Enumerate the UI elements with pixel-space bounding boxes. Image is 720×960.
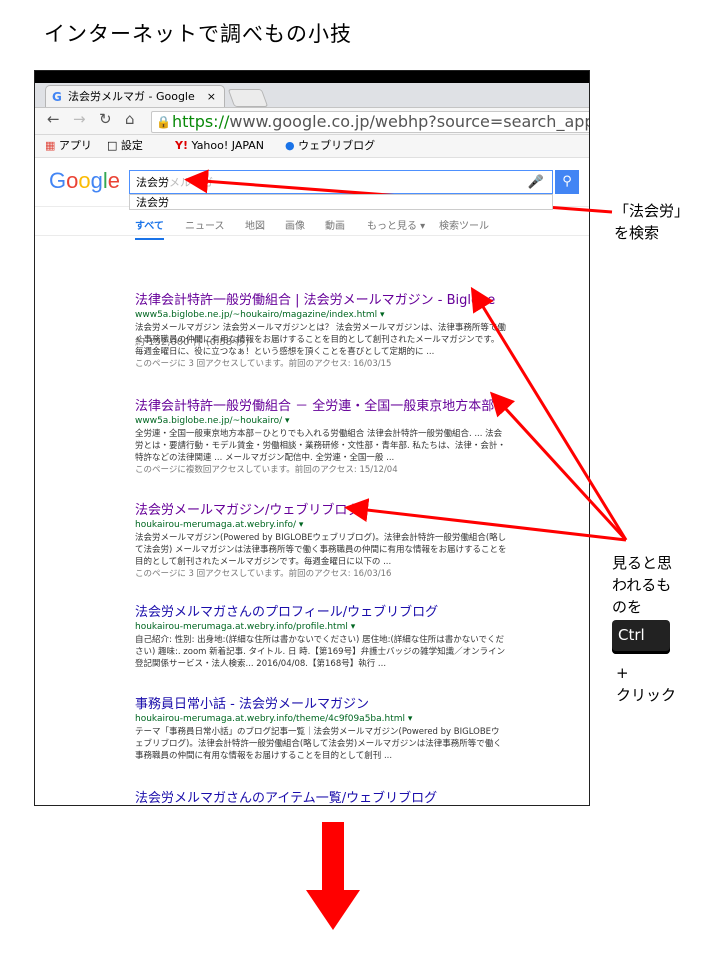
browser-window: G 法会労メルマガ - Google × ← → ↻ ⌂ 🔒 https://w… — [34, 70, 590, 806]
forward-arrow-icon[interactable]: → — [73, 110, 86, 128]
result-snippet: 法会労メールマガジン(Powered by BIGLOBEウェブリブログ)。法律… — [135, 533, 507, 567]
tab-all[interactable]: すべて — [135, 217, 164, 240]
tab-strip: G 法会労メルマガ - Google × — [35, 83, 589, 108]
tab-maps[interactable]: 地図 — [245, 217, 265, 232]
result-snippet: 法会労メールマガジン 法会労メールマガジンとは？ 法会労メールマガジンは、法律事… — [135, 323, 506, 357]
tab-images[interactable]: 画像 — [285, 217, 305, 232]
result-snippet: 全労連・全国一般東京地方本部－ひとりでも入れる労働組合 法律会計特許一般労働組合… — [135, 429, 506, 463]
result-url[interactable]: www5a.biglobe.ne.jp/~houkairo/magazine/i… — [135, 310, 535, 320]
search-result: 法会労メールマガジン/ウェブリブログ houkairou-merumaga.at… — [135, 499, 535, 580]
tab-search-tools[interactable]: 検索ツール — [439, 217, 489, 232]
result-title-link[interactable]: 法会労メルマガさんのプロフィール/ウェブリブログ — [135, 601, 535, 620]
browser-tab[interactable]: G 法会労メルマガ - Google × — [45, 85, 225, 107]
url-rest: www.google.co.jp/webhp?source=search_app — [229, 112, 590, 131]
yahoo-icon: Y! — [175, 139, 188, 152]
result-snippet: 自己紹介: 性別: 出身地:(詳細な住所は書かないでください) 居住地:(詳細な… — [135, 635, 506, 669]
page-icon: □ — [107, 139, 118, 152]
google-header: Google 法会労メルマガ 🎤 ⚲ 法会労 — [35, 158, 589, 210]
search-result: 法律会計特許一般労働組合 | 法会労メールマガジン - Biglobe www5… — [135, 289, 535, 370]
search-result: 事務員日常小話 - 法会労メールマガジン houkairou-merumaga.… — [135, 693, 535, 762]
microphone-icon[interactable]: 🎤 — [528, 171, 544, 195]
search-icon: ⚲ — [562, 174, 572, 189]
bookmark-webry[interactable]: ● ウェブリブログ — [285, 135, 375, 157]
bookmark-apps[interactable]: ▦ アプリ — [45, 135, 92, 157]
lock-icon: 🔒 — [156, 115, 171, 129]
down-arrow-icon — [306, 822, 360, 930]
apps-icon: ▦ — [45, 139, 56, 152]
bookmark-label: ウェブリブログ — [298, 139, 376, 152]
home-icon[interactable]: ⌂ — [125, 110, 135, 128]
reload-icon[interactable]: ↻ — [99, 110, 112, 128]
callout-look-line1: 見ると思 — [612, 554, 673, 572]
bookmark-label: 設定 — [120, 139, 143, 152]
result-url[interactable]: houkairou-merumaga.at.webry.info/theme/4… — [135, 714, 535, 724]
close-tab-icon[interactable]: × — [207, 86, 216, 107]
result-visit-info: このページに 3 回アクセスしています。前回のアクセス: 16/03/15 — [135, 359, 392, 369]
result-title-link[interactable]: 法律会計特許一般労働組合 － 全労連・全国一般東京地方本部 — [135, 395, 535, 414]
tab-title: 法会労メルマガ - Google — [68, 90, 195, 103]
google-favicon-icon: G — [52, 90, 62, 104]
callout-search: 「法会労」 を検索 — [614, 200, 689, 244]
search-query: 法会労 — [136, 176, 169, 189]
google-logo[interactable]: Google — [49, 168, 120, 194]
search-result: 法会労メルマガさんのアイテム一覧/ウェブリブログ — [135, 787, 535, 805]
tab-videos[interactable]: 動画 — [325, 217, 345, 232]
bookmark-settings[interactable]: □ 設定 — [107, 135, 143, 157]
bookmarks-bar: ▦ アプリ □ 設定 Y! Yahoo! JAPAN ● ウェブリブログ — [35, 135, 589, 158]
callout-search-line2: を検索 — [614, 224, 660, 242]
ctrl-key-icon: Ctrl — [612, 620, 670, 654]
new-tab-button[interactable] — [227, 89, 269, 107]
callout-look-line3: のを — [612, 598, 643, 616]
bookmark-yahoo[interactable]: Y! Yahoo! JAPAN — [175, 135, 264, 157]
url-scheme: https:// — [172, 112, 230, 131]
bookmark-label: アプリ — [58, 139, 92, 152]
back-arrow-icon[interactable]: ← — [47, 110, 60, 128]
result-title-link[interactable]: 法会労メルマガさんのアイテム一覧/ウェブリブログ — [135, 787, 535, 805]
callout-plus: + — [616, 664, 629, 682]
search-suggestion[interactable]: 法会労 — [129, 194, 553, 210]
result-snippet: テーマ「事務員日常小話」のブログ記事一覧｜法会労メールマガジン(Powered … — [135, 727, 502, 761]
callout-click: + クリック — [616, 662, 676, 706]
search-result: 法会労メルマガさんのプロフィール/ウェブリブログ houkairou-merum… — [135, 601, 535, 670]
result-url[interactable]: houkairou-merumaga.at.webry.info/ ▾ — [135, 520, 535, 530]
page-title: インターネットで調べもの小技 — [44, 22, 352, 46]
search-input[interactable]: 法会労メルマガ 🎤 — [129, 170, 553, 194]
search-result: 法律会計特許一般労働組合 － 全労連・全国一般東京地方本部 www5a.bigl… — [135, 395, 535, 476]
result-title-link[interactable]: 法律会計特許一般労働組合 | 法会労メールマガジン - Biglobe — [135, 289, 535, 308]
search-query-hint: メルマガ — [169, 176, 213, 189]
tab-more[interactable]: もっと見る ▾ — [367, 217, 425, 232]
callout-click-text: クリック — [616, 686, 677, 704]
window-top-bar — [35, 71, 589, 83]
callout-look-line2: われるも — [612, 576, 672, 594]
result-url[interactable]: houkairou-merumaga.at.webry.info/profile… — [135, 622, 535, 632]
result-visit-info: このページに 3 回アクセスしています。前回のアクセス: 16/03/16 — [135, 569, 392, 579]
result-url[interactable]: www5a.biglobe.ne.jp/~houkairo/ ▾ — [135, 416, 535, 426]
biglobe-icon: ● — [285, 139, 295, 152]
result-title-link[interactable]: 法会労メールマガジン/ウェブリブログ — [135, 499, 535, 518]
result-title-link[interactable]: 事務員日常小話 - 法会労メールマガジン — [135, 693, 535, 712]
search-button[interactable]: ⚲ — [555, 170, 579, 194]
callout-look: 見ると思 われるも のを — [612, 552, 672, 618]
address-bar[interactable]: 🔒 https://www.google.co.jp/webhp?source=… — [151, 111, 590, 133]
callout-search-line1: 「法会労」 — [614, 202, 690, 220]
bookmark-label: Yahoo! JAPAN — [191, 139, 265, 152]
tab-news[interactable]: ニュース — [185, 217, 225, 232]
result-visit-info: このページに複数回アクセスしています。前回のアクセス: 15/12/04 — [135, 465, 398, 475]
browser-toolbar: ← → ↻ ⌂ 🔒 https://www.google.co.jp/webhp… — [35, 108, 589, 135]
search-tabs: すべて ニュース 地図 画像 動画 もっと見る ▾ 検索ツール — [35, 207, 589, 240]
